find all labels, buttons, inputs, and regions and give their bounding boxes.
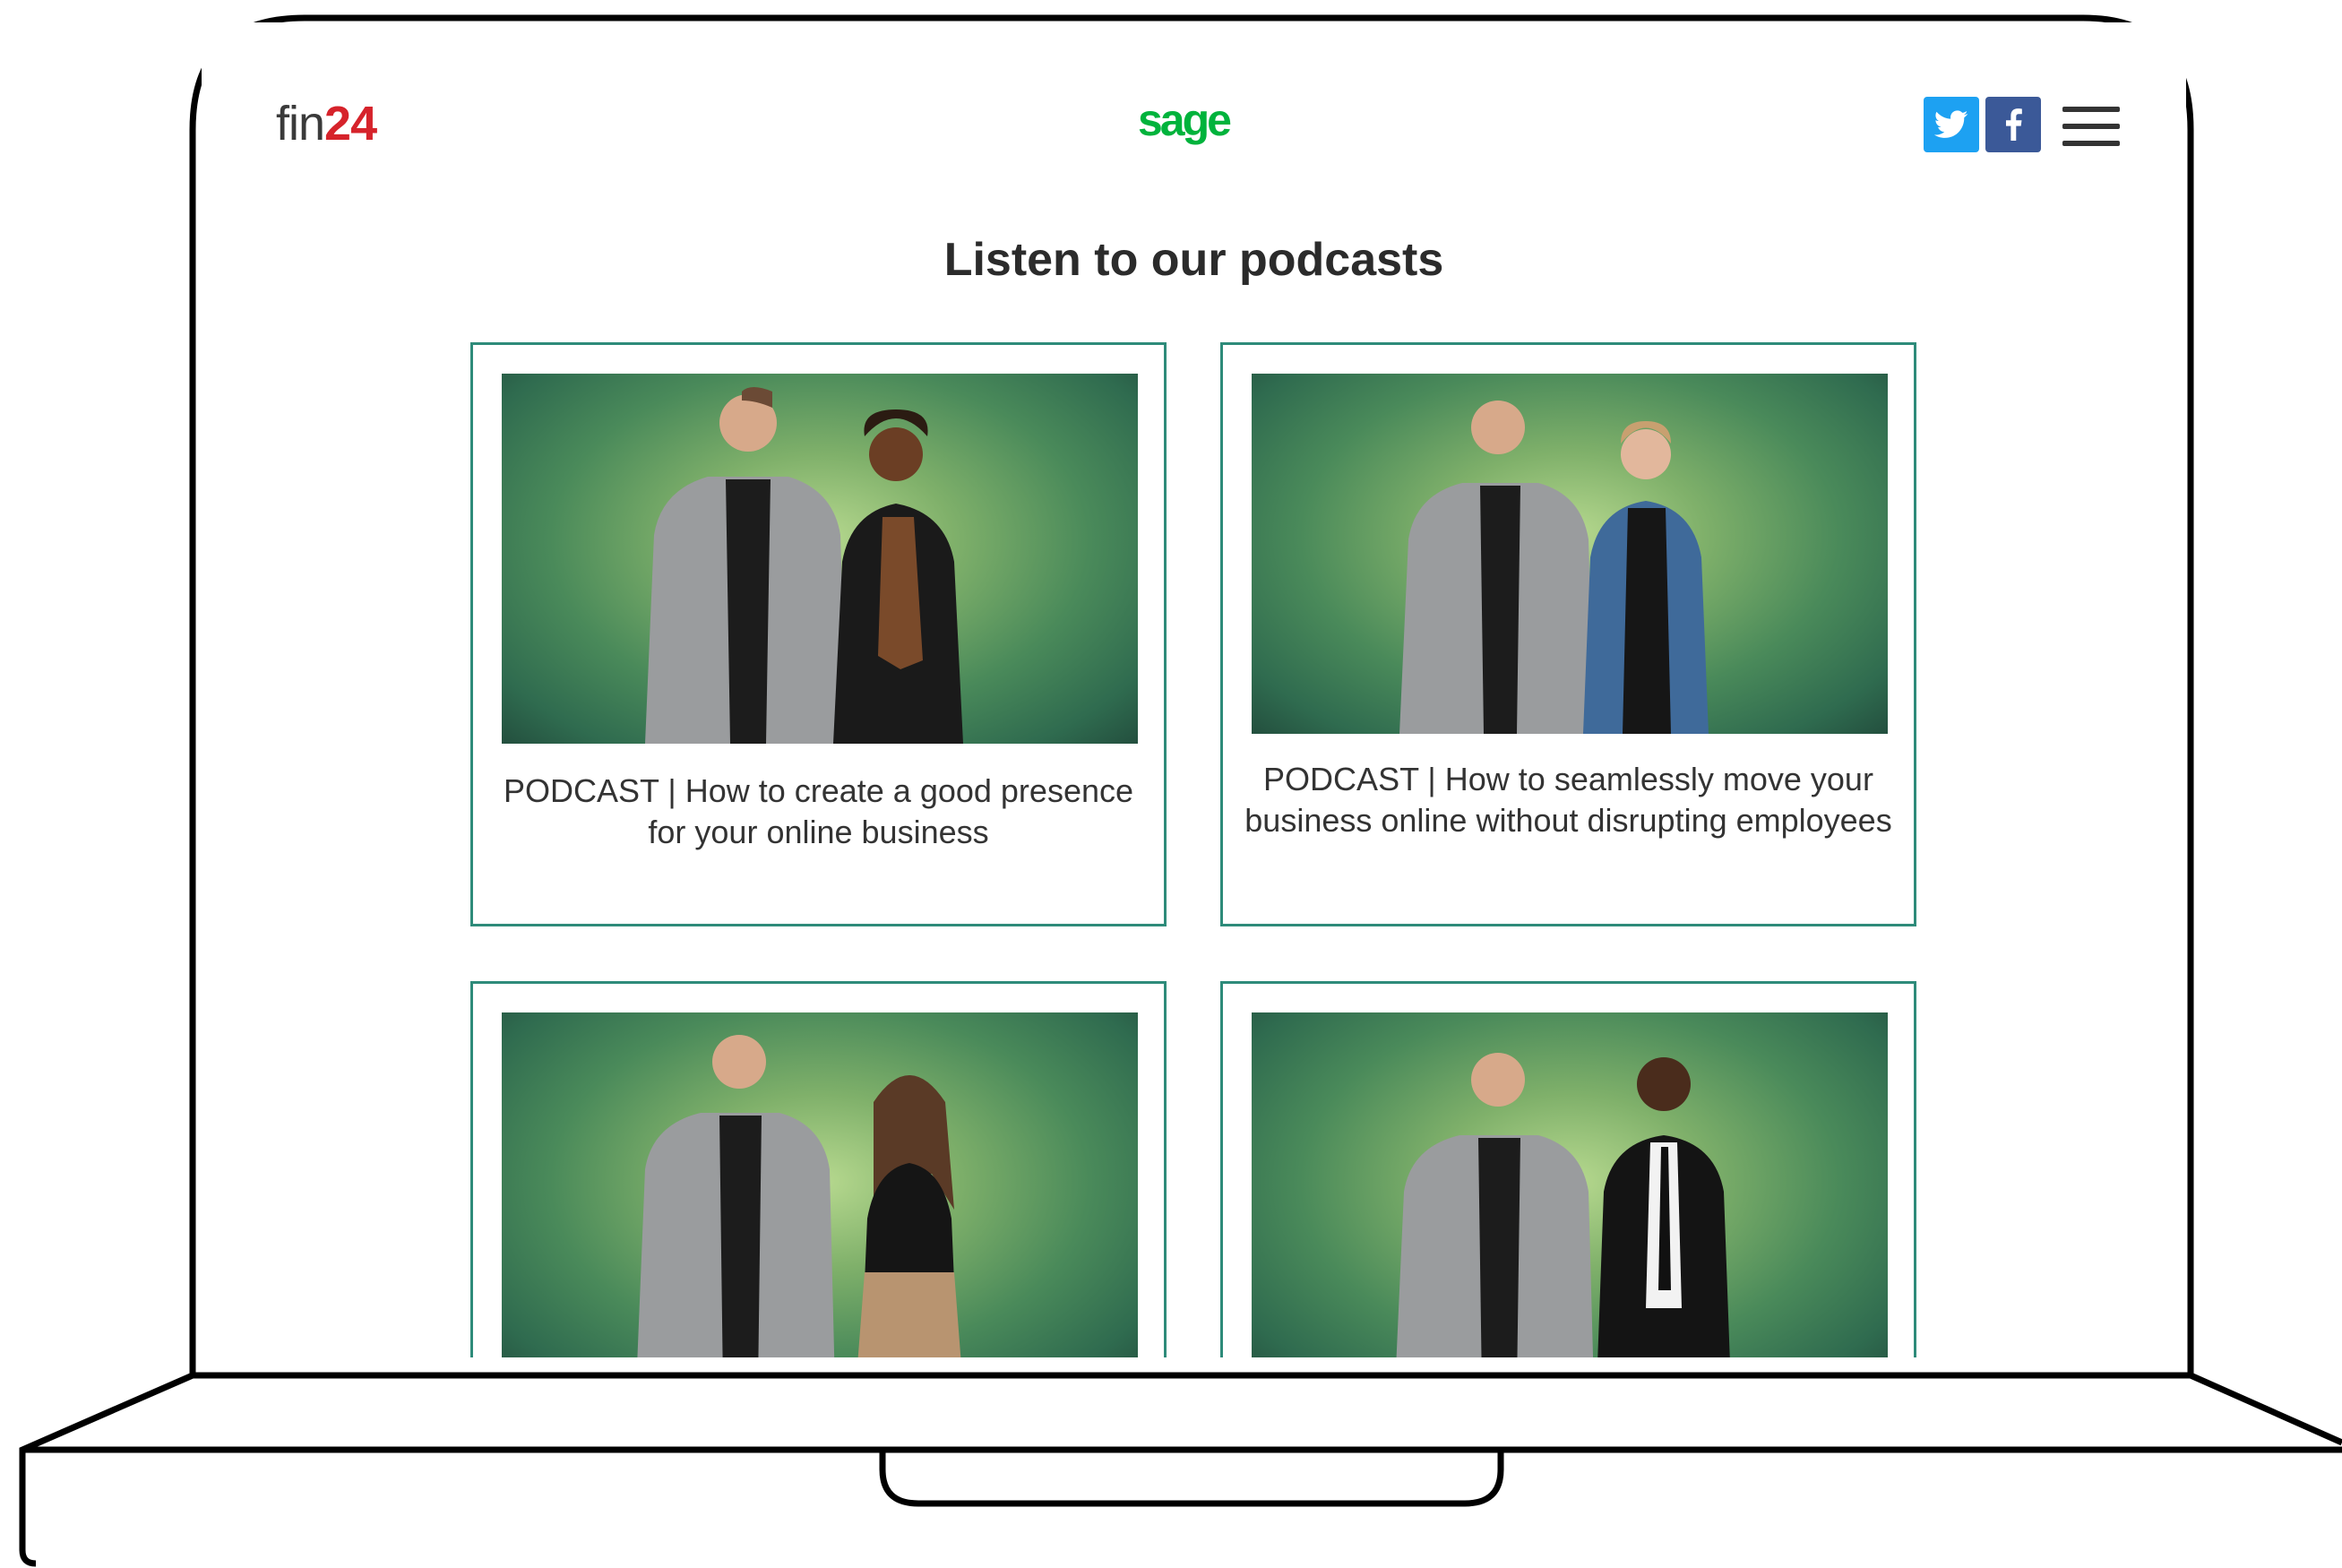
menu-line bbox=[2062, 124, 2120, 129]
podcast-thumbnail[interactable] bbox=[502, 374, 1138, 744]
podcast-hosts-photo bbox=[1399, 401, 1709, 734]
logo-24-text: 24 bbox=[324, 97, 377, 151]
hamburger-menu-icon[interactable] bbox=[2062, 107, 2120, 146]
podcast-title[interactable]: PODCAST | How to create a good presence … bbox=[491, 771, 1146, 853]
podcast-card[interactable] bbox=[470, 981, 1167, 1357]
twitter-icon bbox=[1934, 110, 1968, 138]
podcast-hosts-photo bbox=[1396, 1053, 1730, 1357]
podcast-hosts-photo bbox=[645, 387, 963, 744]
page-title: Listen to our podcasts bbox=[943, 234, 1444, 286]
podcast-card[interactable] bbox=[1220, 981, 1916, 1357]
podcast-card[interactable]: PODCAST | How to create a good presence … bbox=[470, 342, 1167, 926]
podcast-card[interactable]: PODCAST | How to seamlessly move your bu… bbox=[1220, 342, 1916, 926]
menu-line bbox=[2062, 141, 2120, 146]
podcast-thumbnail[interactable] bbox=[1252, 374, 1888, 734]
fin24-logo[interactable]: fin24 bbox=[276, 96, 377, 151]
podcast-title[interactable]: PODCAST | How to seamlessly move your bu… bbox=[1241, 759, 1896, 841]
menu-line bbox=[2062, 107, 2120, 112]
sage-logo[interactable]: sage bbox=[1138, 94, 1232, 146]
podcast-thumbnail[interactable] bbox=[502, 1012, 1138, 1357]
podcast-thumbnail[interactable] bbox=[1252, 1012, 1888, 1357]
facebook-icon bbox=[2005, 108, 2022, 141]
twitter-button[interactable] bbox=[1924, 97, 1979, 152]
logo-fin-text: fin bbox=[276, 97, 325, 151]
browser-screen: fin24 sage Listen to our podcasts PODCAS… bbox=[202, 22, 2186, 1357]
podcast-hosts-photo bbox=[637, 1035, 961, 1357]
facebook-button[interactable] bbox=[1985, 97, 2041, 152]
